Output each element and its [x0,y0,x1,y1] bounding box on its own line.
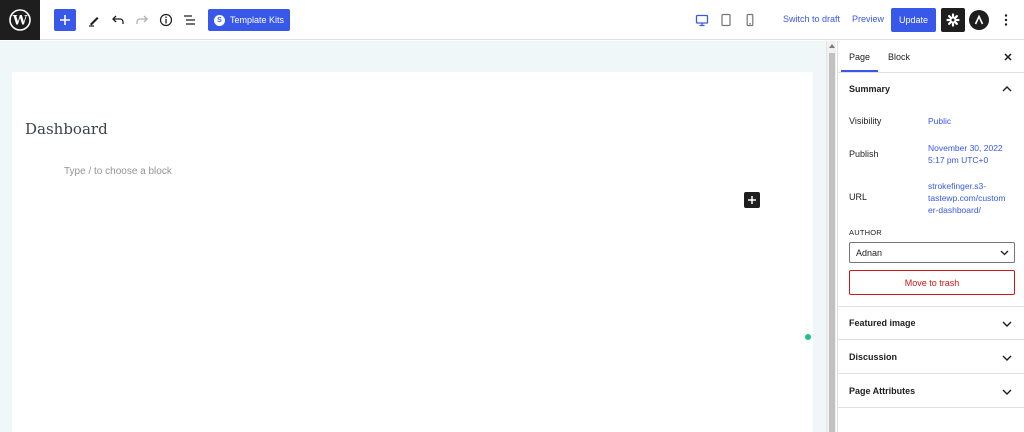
url-line: tastewp.com/custom [928,193,1006,203]
page-attributes-heading: Page Attributes [849,386,916,396]
options-button[interactable] [998,10,1014,30]
visibility-value[interactable]: Public [928,115,1014,127]
editor-canvas: Dashboard Type / to choose a block [0,41,826,432]
active-tab-indicator [841,70,878,72]
template-kits-icon: S [214,14,225,26]
discussion-panel-toggle[interactable]: Discussion [838,352,1024,366]
page-title[interactable]: Dashboard [25,120,108,138]
close-sidebar-button[interactable] [1001,50,1015,64]
info-icon [159,13,173,27]
featured-image-panel-toggle[interactable]: Featured image [838,318,1024,332]
svg-text:W: W [12,14,28,29]
preview-mobile-button[interactable] [738,8,762,32]
chevron-down-icon [1001,319,1013,329]
preview-desktop-button[interactable] [690,8,714,32]
tools-button[interactable] [82,8,106,32]
chevron-down-icon [1000,248,1009,258]
wordpress-logo-icon[interactable]: W [0,0,40,40]
editor-header: W S Template Kits Switch to draft Previe… [0,0,1024,40]
featured-image-heading: Featured image [849,318,916,328]
list-view-button[interactable] [178,8,202,32]
add-block-button[interactable] [54,9,76,31]
divider [838,407,1024,408]
desktop-icon [695,14,709,27]
block-appender-placeholder[interactable]: Type / to choose a block [64,166,172,177]
discussion-heading: Discussion [849,352,898,362]
astra-settings-button[interactable] [969,10,989,30]
gear-icon [946,13,960,27]
divider [838,373,1024,374]
plus-icon [748,196,756,204]
author-label: AUTHOR [849,228,882,237]
preview-tablet-button[interactable] [714,8,738,32]
author-select[interactable]: Adnan [849,242,1015,263]
divider [838,306,1024,307]
scroll-thumb[interactable] [829,53,835,432]
tab-block[interactable]: Block [888,52,910,62]
scroll-up-arrow-icon[interactable] [829,44,835,48]
author-value: Adnan [856,247,883,258]
summary-panel-toggle[interactable]: Summary [838,84,1024,98]
publish-date: November 30, 2022 [928,143,1003,153]
settings-sidebar: Page Block Summary Visibility Public Pub… [837,41,1024,432]
status-dot [805,334,811,340]
plus-icon [60,15,70,25]
summary-heading: Summary [849,84,891,94]
redo-button[interactable] [130,8,154,32]
tab-page[interactable]: Page [849,52,870,62]
sidebar-tabs: Page Block [838,41,1024,73]
undo-button[interactable] [106,8,130,32]
editor-page: Dashboard Type / to choose a block [12,72,813,432]
close-icon [1004,53,1012,61]
visibility-label: Visibility [849,116,882,126]
pen-icon [89,17,99,27]
details-button[interactable] [154,8,178,32]
chevron-down-icon [1001,353,1013,363]
tablet-icon [721,13,731,27]
url-label: URL [849,192,868,202]
template-kits-button[interactable]: S Template Kits [208,9,290,31]
template-kits-label: Template Kits [230,15,285,25]
switch-to-draft-button[interactable]: Switch to draft [783,14,840,24]
url-line: er-dashboard/ [928,205,981,215]
chevron-up-icon [1001,84,1013,94]
block-inserter-button[interactable] [744,192,760,208]
mobile-icon [746,13,754,27]
url-link[interactable]: strokefinger.s3- tastewp.com/custom er-d… [928,180,1014,216]
publish-time: 5:17 pm UTC+0 [928,155,989,165]
chevron-down-icon [1001,387,1013,397]
url-line: strokefinger.s3- [928,181,987,191]
move-to-trash-button[interactable]: Move to trash [849,270,1015,295]
divider [838,339,1024,340]
publish-label: Publish [849,149,879,159]
preview-button[interactable]: Preview [852,14,884,24]
update-button[interactable]: Update [891,8,936,32]
list-view-icon [184,15,195,25]
publish-date-button[interactable]: November 30, 2022 5:17 pm UTC+0 [928,142,1014,166]
canvas-scrollbar[interactable] [826,41,836,432]
redo-icon [136,15,148,24]
page-attributes-panel-toggle[interactable]: Page Attributes [838,386,1024,400]
astra-icon [974,14,984,25]
more-vertical-icon [1004,14,1008,26]
settings-button[interactable] [941,8,965,32]
undo-icon [112,15,124,24]
